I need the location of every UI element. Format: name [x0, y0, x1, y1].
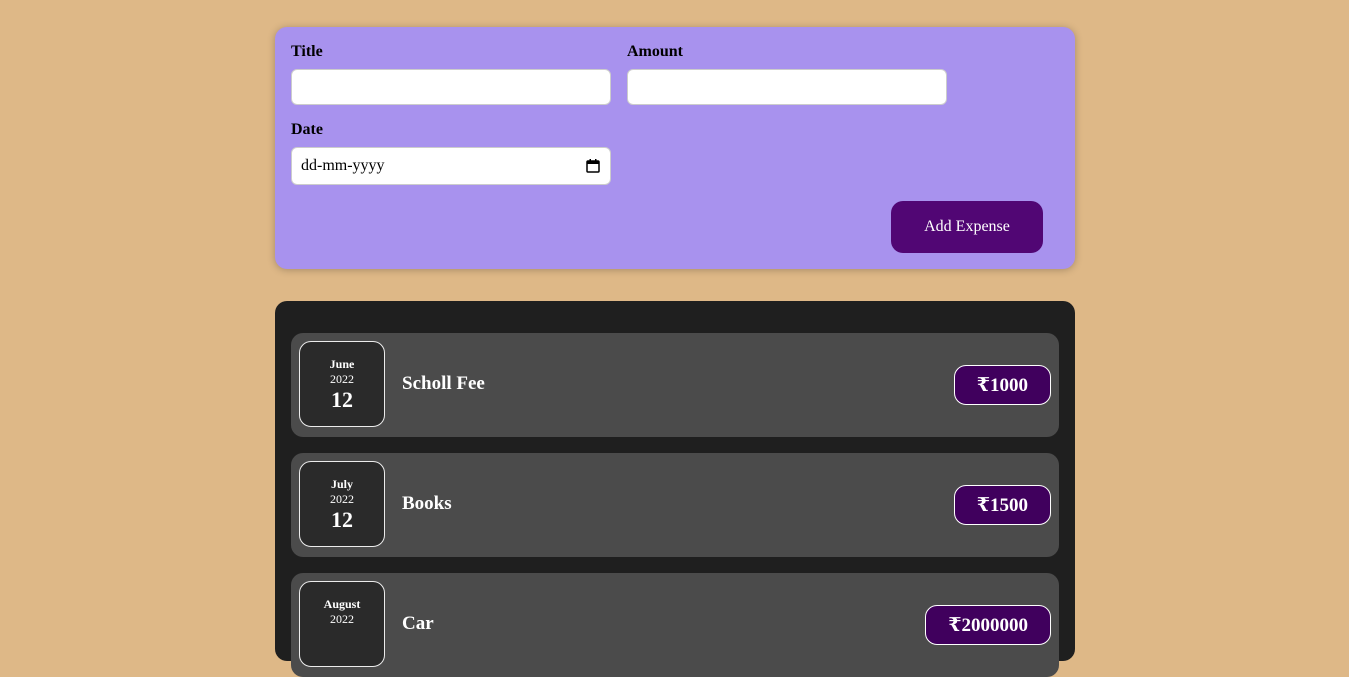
expense-year: 2022: [330, 492, 354, 506]
expense-date: August 2022: [299, 581, 385, 667]
expense-title: Scholl Fee: [402, 373, 485, 394]
expense-year: 2022: [330, 612, 354, 626]
date-label: Date: [291, 121, 323, 138]
title-input[interactable]: [291, 69, 611, 105]
expense-day: 12: [331, 387, 353, 412]
expense-amount: ₹1000: [953, 365, 1051, 405]
amount-input[interactable]: [627, 69, 947, 105]
expense-date: July 2022 12: [299, 461, 385, 547]
expense-item: June 2022 12 Scholl Fee ₹1000: [291, 333, 1059, 437]
expense-month: August: [323, 597, 361, 611]
amount-label: Amount: [627, 43, 684, 60]
expense-title: Car: [402, 613, 434, 634]
expense-item: August 2022 Car ₹2000000: [291, 573, 1059, 677]
title-label: Title: [291, 43, 323, 60]
expense-month: June: [329, 357, 355, 371]
expenses-list: June 2022 12 Scholl Fee ₹1000 July 2022 …: [275, 301, 1075, 677]
expense-year: 2022: [330, 372, 354, 386]
expense-amount: ₹2000000: [925, 605, 1051, 645]
expense-day: 12: [331, 507, 353, 532]
date-input[interactable]: dd-mm-yyyy: [291, 147, 611, 185]
expense-month: July: [330, 477, 353, 491]
add-expense-button[interactable]: Add Expense: [891, 201, 1043, 253]
calendar-icon[interactable]: [586, 159, 600, 173]
expense-date: June 2022 12: [299, 341, 385, 427]
date-placeholder: dd-mm-yyyy: [301, 157, 385, 174]
expense-item: July 2022 12 Books ₹1500: [291, 453, 1059, 557]
new-expense-form: Title Amount Date dd-mm-yyyy Add Expense: [275, 27, 1075, 269]
expense-amount: ₹1500: [953, 485, 1051, 525]
expense-title: Books: [402, 493, 452, 514]
